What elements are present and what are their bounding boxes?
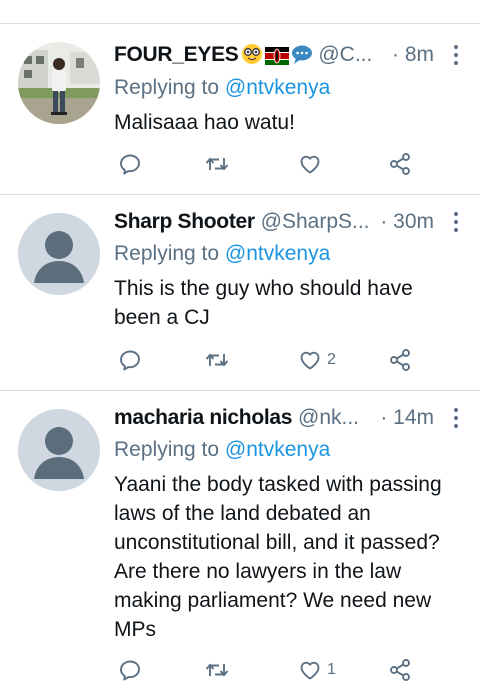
like-icon — [300, 661, 320, 680]
tweet-text: Yaani the body tasked with passing laws … — [114, 473, 442, 641]
more-icon[interactable] — [450, 402, 462, 434]
mention-link[interactable]: @ntvkenya — [225, 76, 330, 99]
more-icon[interactable] — [450, 206, 462, 238]
replying-to: Replying to @ntvkenya — [114, 434, 330, 466]
like-icon — [300, 351, 320, 370]
default-avatar-icon — [34, 231, 84, 283]
action-bar: 2 — [114, 346, 434, 374]
tweet[interactable]: macharia nicholas @nk... · 14m Replying … — [0, 391, 480, 691]
like-count: 1 — [327, 661, 336, 678]
reply-button[interactable] — [118, 150, 147, 178]
replying-to-label: Replying to — [114, 76, 220, 99]
timestamp[interactable]: · 30m — [376, 206, 434, 238]
default-avatar-icon — [34, 427, 84, 479]
replying-to: Replying to @ntvkenya — [114, 72, 330, 104]
display-name[interactable]: FOUR_EYES — [114, 43, 239, 66]
avatar[interactable] — [18, 42, 100, 124]
reply-icon — [120, 660, 140, 681]
like-button[interactable]: 2 — [298, 346, 336, 374]
more-icon[interactable] — [450, 39, 462, 71]
like-count: 2 — [327, 351, 336, 368]
retweet-button[interactable] — [204, 150, 230, 178]
like-icon — [300, 155, 320, 174]
like-button[interactable] — [298, 150, 327, 178]
reply-button[interactable] — [118, 346, 142, 374]
replying-to-label: Replying to — [114, 438, 220, 461]
display-name[interactable]: Sharp Shooter — [114, 210, 255, 233]
like-button[interactable]: 1 — [298, 656, 336, 684]
tweet[interactable]: FOUR_EYES @C... · 8m Replying to @ntvken… — [0, 24, 480, 195]
replying-to: Replying to @ntvkenya — [114, 238, 330, 270]
user-handle[interactable]: @C... — [318, 43, 372, 66]
retweet-icon — [205, 157, 229, 171]
speech-bubble-emoji — [291, 43, 313, 75]
tweet-text: Malisaaa hao watu! — [114, 111, 295, 134]
share-icon — [390, 659, 410, 681]
share-button[interactable] — [388, 346, 412, 374]
user-handle[interactable]: @SharpS... — [261, 210, 370, 233]
retweet-button[interactable] — [204, 346, 230, 374]
reply-icon — [120, 154, 140, 175]
timestamp[interactable]: · 14m — [376, 402, 434, 434]
action-bar: 1 — [114, 656, 434, 684]
retweet-icon — [205, 353, 229, 367]
retweet-button[interactable] — [204, 656, 230, 684]
share-icon — [390, 349, 410, 371]
replying-to-label: Replying to — [114, 242, 220, 265]
share-button[interactable] — [388, 656, 412, 684]
reply-button[interactable] — [118, 656, 142, 684]
share-icon — [390, 153, 410, 175]
retweet-icon — [205, 663, 229, 677]
avatar[interactable] — [18, 213, 100, 295]
tweet[interactable]: Sharp Shooter @SharpS... · 30m Replying … — [0, 195, 480, 391]
kenya-flag-emoji — [264, 43, 289, 75]
user-handle[interactable]: @nk... — [298, 406, 359, 429]
mention-link[interactable]: @ntvkenya — [225, 438, 330, 461]
nerd-face-emoji — [241, 43, 263, 75]
mention-link[interactable]: @ntvkenya — [225, 242, 330, 265]
share-button[interactable] — [388, 150, 412, 178]
action-bar — [114, 150, 434, 178]
avatar[interactable] — [18, 409, 100, 491]
tweet-text: This is the guy who should have been a C… — [114, 277, 413, 329]
display-name[interactable]: macharia nicholas — [114, 406, 292, 429]
reply-icon — [120, 350, 140, 371]
timestamp[interactable]: · 8m — [388, 39, 434, 71]
